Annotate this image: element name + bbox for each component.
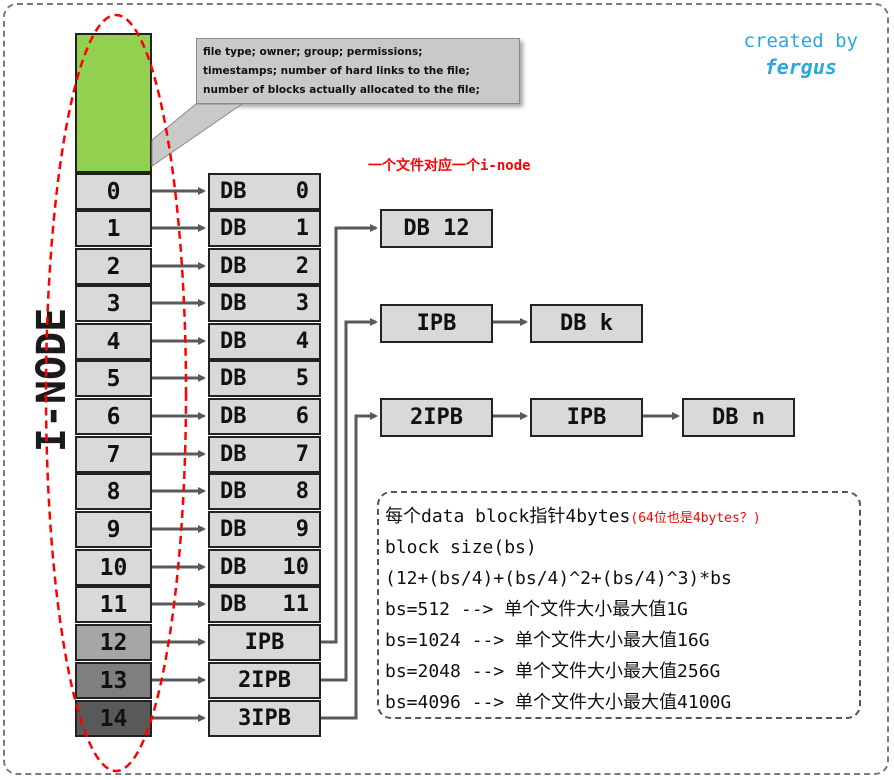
inode-to-block-arrows	[152, 187, 206, 722]
callout-pointer	[151, 103, 244, 167]
diagram-connectors	[44, 13, 680, 773]
connector-2ipb-to-ipb	[321, 318, 378, 682]
indirect-connectors	[321, 224, 680, 720]
connector-3ipb-to-2ipb	[321, 412, 378, 720]
inode-highlight-ellipse	[44, 13, 188, 773]
connector-ipb-to-db12	[321, 224, 378, 644]
